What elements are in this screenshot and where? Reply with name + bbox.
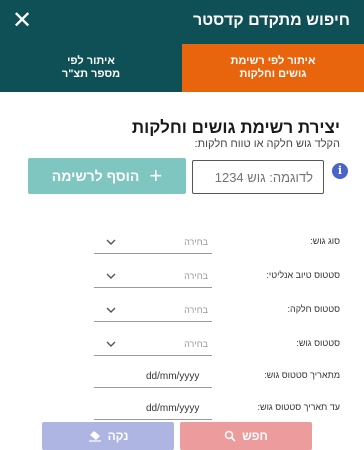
tab-parcel-list-line2: גושים וחלקות (239, 68, 307, 80)
filter-label: מתאריך סטטוס גוש: (264, 370, 340, 380)
filter-label: סטטוס טיוב אנליטי: (266, 270, 340, 280)
filter-label: עד תאריך סטטוס גוש: (257, 402, 340, 412)
status-from-date-field[interactable]: dd/mm/yyyy (94, 366, 212, 388)
tab-plan-number[interactable]: איתור לפי מספר תצ"ר (0, 44, 182, 92)
block-type-select[interactable]: בחירה (94, 232, 212, 254)
section-subtitle: הקלד גוש חלקה או טווח חלקות: (194, 138, 341, 150)
select-value: בחירה (184, 339, 208, 349)
filter-status-to-date: עד תאריך סטטוס גוש: dd/mm/yyyy (0, 398, 364, 420)
date-value: dd/mm/yyyy (146, 371, 200, 382)
block-status-select[interactable]: בחירה (94, 334, 212, 356)
search-icon (224, 430, 236, 442)
plus-icon: + (149, 163, 163, 188)
tab-plan-number-line2: מספר תצ"ר (61, 68, 121, 80)
filter-block-type: סוג גוש: בחירה (0, 232, 364, 254)
info-icon[interactable]: i (332, 163, 348, 179)
select-value: בחירה (184, 305, 208, 315)
parcel-status-select[interactable]: בחירה (94, 300, 212, 322)
chevron-down-icon (106, 307, 116, 313)
filter-analytic-status: סטטוס טיוב אנליטי: בחירה (0, 266, 364, 288)
filter-label: סוג גוש: (310, 236, 340, 246)
select-value: בחירה (184, 271, 208, 281)
filter-parcel-status: סטטוס חלקה: בחירה (0, 300, 364, 322)
page-title: חיפוש מתקדם קדסטר (192, 12, 350, 29)
chevron-down-icon (106, 273, 116, 279)
search-button[interactable]: חפש (180, 422, 312, 450)
chevron-down-icon (106, 239, 116, 245)
tab-parcel-list-line1: איתור לפי רשימת (230, 55, 316, 67)
section-title: יצירת רשימת גושים וחלקות (131, 118, 340, 137)
close-icon[interactable]: ✕ (10, 8, 34, 34)
analytic-status-select[interactable]: בחירה (94, 266, 212, 288)
app-header: חיפוש מתקדם קדסטר ✕ (0, 0, 364, 44)
filter-label: סטטוס חלקה: (287, 304, 340, 314)
add-to-list-button[interactable]: + הוסף לרשימה (28, 158, 186, 194)
date-value: dd/mm/yyyy (146, 403, 200, 414)
clear-button-label: נקה (107, 429, 129, 443)
tab-bar: איתור לפי רשימת גושים וחלקות איתור לפי מ… (0, 44, 364, 92)
clear-button[interactable]: נקה (42, 422, 174, 450)
chevron-down-icon (106, 341, 116, 347)
filter-label: סטטוס גוש: (296, 338, 340, 348)
status-to-date-field[interactable]: dd/mm/yyyy (94, 398, 212, 420)
eraser-icon (88, 431, 101, 442)
tab-parcel-list[interactable]: איתור לפי רשימת גושים וחלקות (182, 44, 364, 92)
select-value: בחירה (184, 237, 208, 247)
filter-status-from-date: מתאריך סטטוס גוש: dd/mm/yyyy (0, 366, 364, 388)
search-button-label: חפש (242, 429, 268, 443)
block-parcel-input[interactable] (192, 160, 324, 194)
add-to-list-label: הוסף לרשימה (51, 168, 140, 184)
filter-block-status: סטטוס גוש: בחירה (0, 334, 364, 356)
tab-plan-number-line1: איתור לפי (67, 55, 115, 67)
